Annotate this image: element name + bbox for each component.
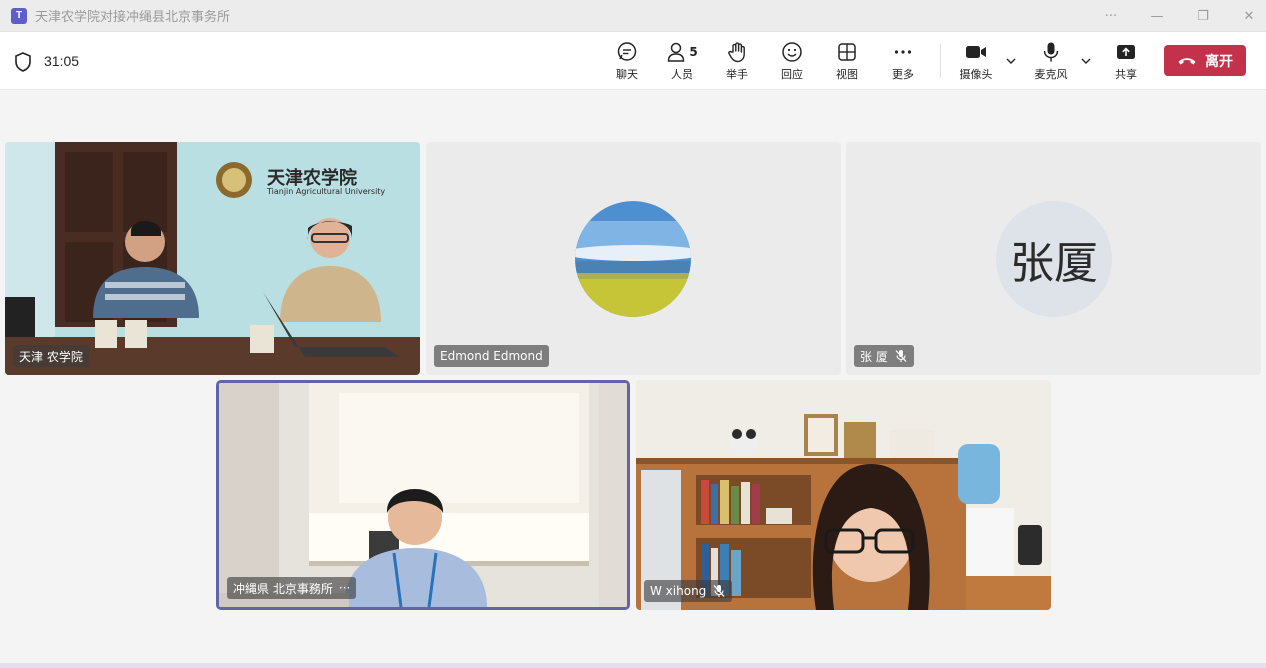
window-bottom-edge (0, 663, 1266, 668)
microphone-icon (1039, 40, 1063, 64)
participant-name: 天津 农学院 (19, 349, 83, 364)
participant-name: W xihong (650, 584, 707, 598)
participant-name-tag: W xihong (644, 580, 733, 602)
participant-name: 张 厦 (860, 349, 888, 364)
raise-hand-label: 举手 (726, 68, 748, 81)
participant-name-tag: Edmond Edmond (434, 345, 549, 367)
mic-muted-icon (895, 350, 907, 362)
chat-label: 聊天 (616, 68, 638, 81)
participant-tile-zhangxia[interactable]: 张厦 张 厦 (846, 142, 1261, 375)
leave-label: 离开 (1205, 53, 1233, 70)
more-button[interactable]: 更多 (878, 40, 928, 84)
camera-button[interactable]: 摄像头 (951, 40, 1001, 84)
okinawa-video-feed (219, 383, 627, 607)
wxihong-video-feed (636, 380, 1051, 610)
view-label: 视图 (836, 68, 858, 81)
teams-icon: T (11, 7, 27, 24)
window-title: 天津农学院对接冲绳县北京事务所 (35, 10, 231, 25)
participant-name-tag: 天津 农学院 (13, 345, 89, 367)
share-button[interactable]: 共享 (1101, 40, 1151, 84)
chat-icon (615, 40, 639, 64)
avatar (575, 201, 691, 317)
toolbar-divider (940, 44, 941, 78)
people-label: 人员 (671, 68, 693, 81)
raise-hand-icon (725, 40, 749, 64)
participant-tile-tianjin[interactable]: 天津农学院 Tianjin Agricultural University 天津… (5, 142, 420, 375)
reactions-label: 回应 (781, 68, 803, 81)
people-icon: 5 (665, 40, 699, 64)
chat-button[interactable]: 聊天 (602, 40, 652, 84)
room-sign-english: Tianjin Agricultural University (267, 187, 386, 196)
more-icon (891, 40, 915, 64)
restore-button[interactable]: ❐ (1180, 9, 1226, 24)
mic-muted-icon (713, 585, 725, 597)
camera-chevron-down-icon[interactable] (1004, 54, 1018, 68)
people-button[interactable]: 5 人员 (657, 40, 707, 84)
reactions-button[interactable]: 回应 (767, 40, 817, 84)
participant-tile-okinawa[interactable]: 冲縄県 北京事務所 ··· (216, 380, 630, 610)
more-label: 更多 (892, 68, 914, 81)
share-icon (1114, 40, 1138, 64)
tianjin-video-feed (5, 142, 420, 375)
meeting-timer: 31:05 (44, 53, 80, 69)
participant-name: 冲縄県 北京事務所 (233, 581, 333, 596)
meeting-toolbar: 31:05 聊天 5 人员 举手 回应 视图 更多 摄像头 麦克风 共享 离开 (0, 32, 1266, 90)
people-count: 5 (689, 45, 698, 59)
microphone-button[interactable]: 麦克风 (1026, 40, 1076, 84)
microphone-chevron-down-icon[interactable] (1079, 54, 1093, 68)
avatar-initials: 张厦 (996, 201, 1112, 317)
participant-tile-wxihong[interactable]: W xihong (636, 380, 1051, 610)
hangup-icon (1178, 57, 1196, 64)
share-label: 共享 (1115, 68, 1137, 81)
title-bar: T 天津农学院对接冲绳县北京事务所 ··· — ❐ ✕ (0, 0, 1266, 32)
view-button[interactable]: 视图 (822, 40, 872, 84)
leave-button[interactable]: 离开 (1164, 45, 1246, 76)
participant-more-icon[interactable]: ··· (339, 581, 350, 595)
participant-name-tag: 冲縄県 北京事務所 ··· (227, 577, 357, 599)
camera-icon (964, 40, 988, 64)
emoji-icon (780, 40, 804, 64)
grid-view-icon (835, 40, 859, 64)
window-controls: ··· — ❐ ✕ (1088, 0, 1266, 32)
window-more-button[interactable]: ··· (1088, 9, 1134, 24)
minimize-button[interactable]: — (1134, 9, 1180, 24)
participant-tile-edmond[interactable]: Edmond Edmond (426, 142, 841, 375)
microphone-label: 麦克风 (1034, 68, 1068, 81)
shield-icon (15, 52, 31, 72)
raise-hand-button[interactable]: 举手 (712, 40, 762, 84)
close-button[interactable]: ✕ (1226, 9, 1266, 24)
participant-name: Edmond Edmond (440, 349, 543, 363)
camera-label: 摄像头 (959, 68, 993, 81)
participant-name-tag: 张 厦 (854, 345, 914, 367)
